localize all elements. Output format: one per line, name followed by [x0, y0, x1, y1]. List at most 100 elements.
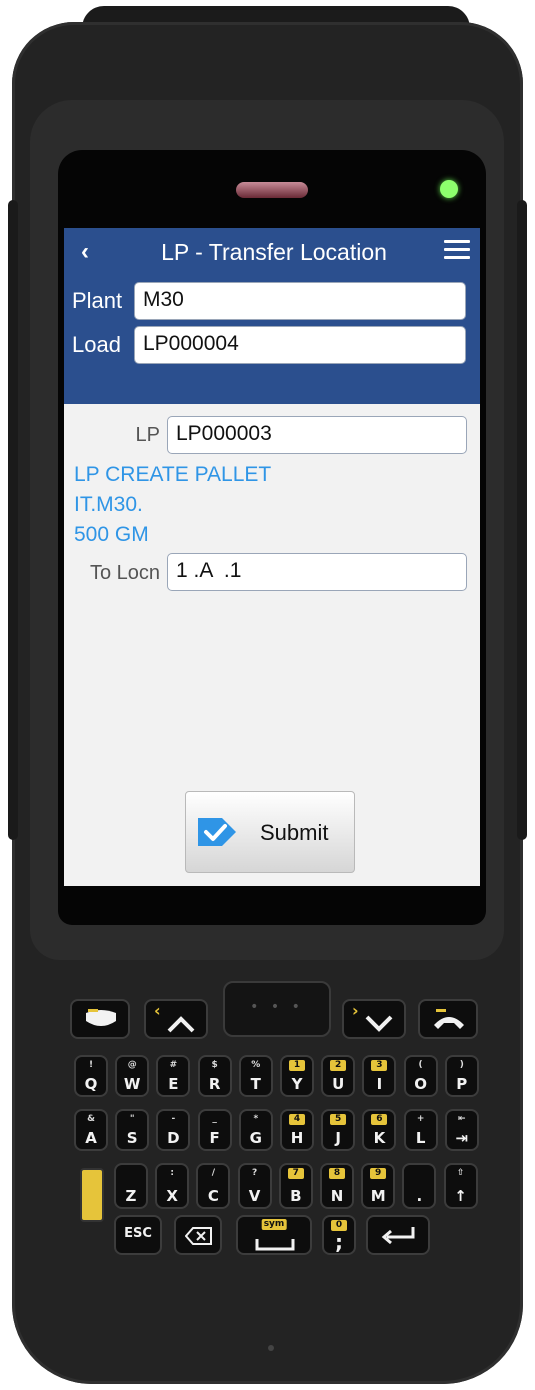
- key-row1-8[interactable]: (O: [403, 1055, 438, 1097]
- side-button-left[interactable]: [8, 200, 18, 840]
- key-row2-1[interactable]: " S: [115, 1109, 150, 1151]
- key-row2-3[interactable]: _ F: [197, 1109, 232, 1151]
- key-row1-7[interactable]: 3I: [362, 1055, 397, 1097]
- key-main-label: T: [250, 1075, 261, 1093]
- nav-left-glyph: ‹: [154, 1001, 161, 1020]
- key-row2-7[interactable]: 6K: [362, 1109, 397, 1151]
- call-key[interactable]: [70, 999, 130, 1039]
- key-main-label: E: [168, 1075, 179, 1093]
- key-row3-8[interactable]: ⇧ ↑: [443, 1163, 478, 1209]
- plant-label: Plant: [72, 288, 123, 313]
- lp-field[interactable]: LP000003: [167, 416, 467, 454]
- space-bar-icon: [255, 1239, 295, 1251]
- key-sub-label: ?: [251, 1168, 258, 1178]
- key-sub-label: 3: [371, 1060, 388, 1071]
- key-row3-2[interactable]: / C: [196, 1163, 231, 1209]
- key-main-label: D: [167, 1129, 180, 1147]
- key-row2-4[interactable]: * G: [238, 1109, 273, 1151]
- key-sub-label: _: [212, 1114, 217, 1124]
- key-row1-4[interactable]: % T: [238, 1055, 273, 1097]
- key-main-label: B: [290, 1187, 302, 1205]
- info-line-2: IT.M30.: [74, 493, 143, 516]
- key-sub-label: ): [459, 1060, 464, 1070]
- key-row1-5[interactable]: 1Y: [280, 1055, 314, 1097]
- key-sub-label: #: [169, 1060, 178, 1070]
- to-locn-field[interactable]: 1 .A .1: [167, 553, 467, 591]
- key-sub-label: 9: [370, 1168, 387, 1179]
- key-row1-1[interactable]: @ W: [115, 1055, 150, 1097]
- key-main-label: I: [376, 1075, 383, 1093]
- key-row2-9[interactable]: ⇤ ⇥: [444, 1109, 479, 1151]
- plant-field[interactable]: M30: [134, 282, 466, 320]
- enter-icon: [381, 1227, 415, 1245]
- phone-call-icon: [86, 1009, 116, 1026]
- key-row2-0[interactable]: & A: [74, 1109, 108, 1151]
- left-nav-key[interactable]: ‹: [144, 999, 208, 1039]
- key-sub-label: ⇧: [456, 1168, 465, 1178]
- key-main-label: M: [370, 1187, 386, 1205]
- end-call-key[interactable]: [418, 999, 478, 1039]
- key-main-label: G: [249, 1129, 262, 1147]
- key-sub-label: 4: [289, 1114, 305, 1125]
- status-led: [440, 180, 458, 198]
- key-main-label: C: [207, 1187, 219, 1205]
- key-sub-label: ": [129, 1114, 135, 1124]
- key-sub-label: 2: [330, 1060, 347, 1071]
- semicolon-zero-key[interactable]: 0 ;: [322, 1215, 356, 1255]
- key-row3-5[interactable]: 8N: [320, 1163, 354, 1209]
- key-row3-3[interactable]: ? V: [237, 1163, 272, 1209]
- key-row1-3[interactable]: $ R: [197, 1055, 232, 1097]
- side-button-right[interactable]: [517, 200, 527, 840]
- hamburger-menu-icon[interactable]: [444, 240, 470, 262]
- semicolon-key-label: ;: [335, 1230, 343, 1254]
- key-row1-0[interactable]: ! Q: [74, 1055, 108, 1097]
- key-main-label: V: [248, 1187, 261, 1205]
- key-row2-6[interactable]: 5J: [321, 1109, 356, 1151]
- submit-label: Submit: [260, 820, 329, 845]
- scan-trigger-key[interactable]: • • •: [223, 981, 331, 1037]
- key-row1-6[interactable]: 2U: [321, 1055, 356, 1097]
- key-row2-5[interactable]: 4H: [280, 1109, 314, 1151]
- key-row1-2[interactable]: # E: [156, 1055, 191, 1097]
- space-sym-key[interactable]: sym: [236, 1215, 312, 1255]
- key-main-label: W: [123, 1075, 141, 1093]
- key-sub-label: ⇤: [458, 1114, 466, 1124]
- back-arrow-icon[interactable]: ‹: [72, 234, 98, 270]
- load-field[interactable]: LP000004: [134, 326, 466, 364]
- key-sub-label: %: [251, 1060, 261, 1070]
- key-main-label: K: [373, 1129, 386, 1147]
- checkmark-tag-icon: [198, 818, 236, 846]
- key-sub-label: 5: [330, 1114, 347, 1125]
- microphone-hole: [268, 1345, 274, 1351]
- key-sub-label: 7: [287, 1168, 304, 1179]
- key-sub-label: -: [171, 1114, 176, 1124]
- to-locn-label: To Locn: [89, 562, 160, 584]
- key-sub-label: 8: [329, 1168, 345, 1179]
- right-nav-key[interactable]: ›: [342, 999, 406, 1039]
- key-row2-8[interactable]: + L: [403, 1109, 438, 1151]
- key-row2-2[interactable]: -D: [156, 1109, 191, 1151]
- key-main-label: F: [209, 1129, 220, 1147]
- backspace-key[interactable]: [174, 1215, 222, 1255]
- key-row3-6[interactable]: 9M: [361, 1163, 396, 1209]
- app-screen: ‹ LP - Transfer Location Plant M30 Load …: [64, 228, 480, 886]
- key-row3-1[interactable]: :X: [155, 1163, 190, 1209]
- key-row1-9[interactable]: ) P: [444, 1055, 479, 1097]
- key-main-label: P: [456, 1075, 468, 1093]
- esc-key[interactable]: ESC: [114, 1215, 162, 1255]
- info-line-1: LP CREATE PALLET: [74, 463, 272, 486]
- key-sub-label: :: [170, 1168, 174, 1178]
- load-label: Load: [72, 332, 121, 357]
- key-sub-label: *: [253, 1114, 259, 1124]
- key-row3-0[interactable]: Z: [114, 1163, 148, 1209]
- key-main-label: S: [126, 1129, 138, 1147]
- key-row3-4[interactable]: 7B: [278, 1163, 313, 1209]
- key-sub-label: !: [88, 1060, 94, 1070]
- enter-key[interactable]: [366, 1215, 430, 1255]
- chevron-up-icon: [167, 1016, 195, 1033]
- key-sub-label: 6: [371, 1114, 388, 1125]
- function-key[interactable]: [80, 1168, 104, 1222]
- key-row3-7[interactable]: .: [402, 1163, 437, 1209]
- backspace-icon: [185, 1227, 212, 1245]
- submit-button[interactable]: Submit: [185, 791, 355, 873]
